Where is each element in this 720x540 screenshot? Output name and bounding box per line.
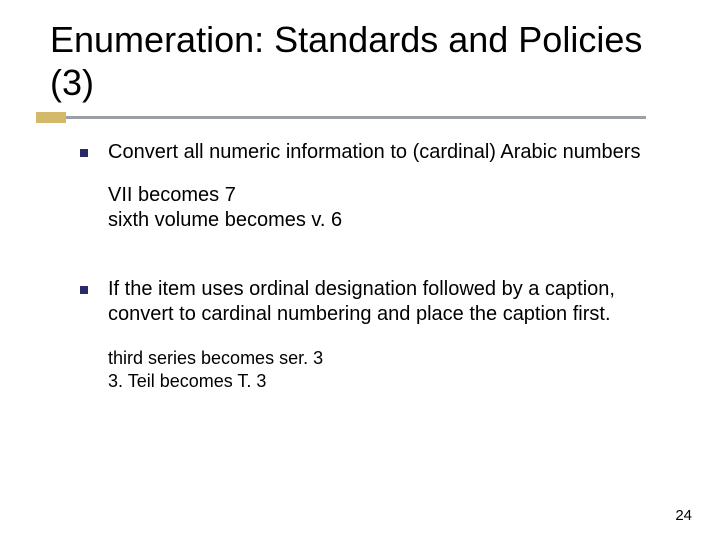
page-number: 24 — [675, 507, 692, 524]
bullet-square-icon — [80, 149, 88, 157]
example-line: VII becomes 7 — [108, 183, 675, 208]
underline-accent — [36, 112, 66, 123]
example-line: 3. Teil becomes T. 3 — [108, 370, 675, 393]
example-line: third series becomes ser. 3 — [108, 347, 675, 370]
bullet-text: If the item uses ordinal designation fol… — [108, 277, 675, 327]
example-line: sixth volume becomes v. 6 — [108, 208, 675, 233]
slide-title: Enumeration: Standards and Policies (3) — [50, 18, 670, 104]
slide-body: Convert all numeric information to (card… — [80, 140, 675, 392]
bullet-examples: VII becomes 7 sixth volume becomes v. 6 — [108, 183, 675, 233]
bullet-item: Convert all numeric information to (card… — [80, 140, 675, 165]
underline-grey — [36, 116, 646, 119]
bullet-square-icon — [80, 286, 88, 294]
slide: Enumeration: Standards and Policies (3) … — [0, 0, 720, 540]
title-underline — [36, 112, 646, 124]
spacer — [80, 257, 675, 277]
bullet-examples: third series becomes ser. 3 3. Teil beco… — [108, 347, 675, 392]
bullet-text: Convert all numeric information to (card… — [108, 140, 675, 165]
bullet-item: If the item uses ordinal designation fol… — [80, 277, 675, 327]
